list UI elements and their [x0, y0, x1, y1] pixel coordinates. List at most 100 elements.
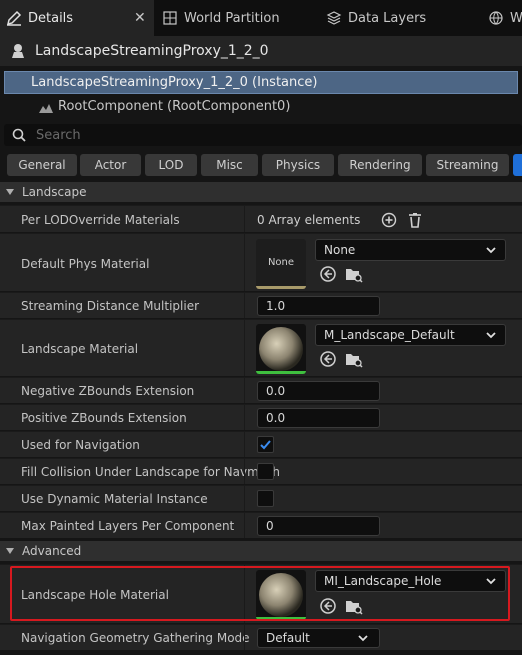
column-divider: [244, 206, 245, 232]
trash-icon[interactable]: [407, 212, 423, 228]
property-label: Navigation Geometry Gathering Mode: [21, 631, 250, 645]
property-negative-zbounds: Negative ZBounds Extension 0.0: [0, 377, 522, 403]
category-physics[interactable]: Physics: [262, 154, 334, 176]
section-title: Advanced: [22, 544, 82, 558]
column-divider: [244, 234, 245, 291]
asset-thumbnail[interactable]: None: [256, 239, 306, 289]
property-label: Used for Navigation: [21, 438, 140, 452]
category-filters: General Actor LOD Misc Physics Rendering…: [0, 154, 522, 178]
globe-icon: [489, 11, 503, 25]
property-label: Landscape Hole Material: [21, 588, 169, 602]
property-label: Per LODOverride Materials: [21, 213, 180, 227]
use-selected-icon[interactable]: [319, 597, 337, 615]
material-sphere-icon: [256, 573, 306, 620]
actor-name: LandscapeStreamingProxy_1_2_0: [35, 43, 269, 59]
column-divider: [244, 486, 245, 511]
property-label: Positive ZBounds Extension: [21, 411, 187, 425]
column-divider: [244, 405, 245, 430]
combo-value: M_Landscape_Default: [324, 328, 455, 342]
chevron-down-icon: [486, 247, 496, 254]
column-divider: [244, 432, 245, 457]
tab-data-layers[interactable]: Data Layers: [326, 0, 476, 36]
tree-item-label: LandscapeStreamingProxy_1_2_0 (Instance): [31, 75, 318, 90]
browse-asset-icon[interactable]: [345, 350, 363, 368]
column-divider: [244, 320, 245, 376]
property-label: Landscape Material: [21, 342, 139, 356]
property-label: Fill Collision Under Landscape for Navme…: [21, 465, 281, 479]
material-thumbnail[interactable]: [256, 570, 306, 620]
used-for-navigation-checkbox[interactable]: [257, 436, 274, 453]
browse-asset-icon[interactable]: [345, 265, 363, 283]
expand-arrow-icon: [6, 548, 14, 554]
combo-value: None: [324, 243, 356, 257]
tree-item-label: RootComponent (RootComponent0): [58, 99, 291, 114]
property-max-painted-layers: Max Painted Layers Per Component 0: [0, 512, 522, 538]
property-fill-collision: Fill Collision Under Landscape for Navme…: [0, 458, 522, 484]
array-count: 0 Array elements: [257, 213, 361, 227]
category-streaming[interactable]: Streaming: [426, 154, 509, 176]
tab-label: Data Layers: [348, 10, 427, 26]
nav-gathering-dropdown[interactable]: Default: [257, 628, 380, 648]
property-dynamic-material: Use Dynamic Material Instance: [0, 485, 522, 511]
tab-world[interactable]: W: [488, 0, 522, 36]
section-title: Landscape: [22, 185, 87, 199]
section-landscape[interactable]: Landscape: [0, 182, 522, 202]
category-misc[interactable]: Misc: [201, 154, 258, 176]
search-icon: [12, 128, 26, 142]
phys-material-combo[interactable]: None: [315, 239, 506, 261]
tab-label: Details: [28, 10, 74, 26]
search-input[interactable]: Search: [4, 124, 522, 146]
property-label: Negative ZBounds Extension: [21, 384, 195, 398]
material-thumbnail[interactable]: [256, 324, 306, 374]
positive-zbounds-input[interactable]: 0.0: [257, 408, 380, 428]
dropdown-value: Default: [266, 631, 310, 645]
property-landscape-hole-material: Landscape Hole Material MI_Landscape_Hol…: [0, 564, 522, 623]
tab-world-partition[interactable]: World Partition: [162, 0, 312, 36]
tree-item-instance[interactable]: LandscapeStreamingProxy_1_2_0 (Instance): [4, 71, 518, 94]
close-tab-icon[interactable]: ✕: [134, 10, 146, 26]
dynamic-material-checkbox[interactable]: [257, 490, 274, 507]
component-tree: LandscapeStreamingProxy_1_2_0 (Instance)…: [4, 70, 518, 120]
tab-bar: Details ✕ World Partition Data Layers W: [0, 0, 522, 36]
column-divider: [244, 625, 245, 650]
pencil-icon: [6, 10, 22, 26]
category-selected-indicator[interactable]: [513, 154, 522, 176]
column-divider: [244, 459, 245, 484]
property-label: Default Phys Material: [21, 257, 150, 271]
category-general[interactable]: General: [7, 154, 77, 176]
combo-value: MI_Landscape_Hole: [324, 574, 442, 588]
use-selected-icon[interactable]: [319, 265, 337, 283]
column-divider: [244, 565, 245, 623]
property-default-phys-material: Default Phys Material None None: [0, 233, 522, 291]
tab-label: W: [510, 10, 522, 26]
search-placeholder: Search: [36, 127, 81, 143]
chevron-down-icon: [486, 332, 496, 339]
landscape-component-icon: [39, 103, 53, 113]
category-lod[interactable]: LOD: [145, 154, 197, 176]
property-nav-gathering-mode: Navigation Geometry Gathering Mode Defau…: [0, 624, 522, 650]
property-label: Use Dynamic Material Instance: [21, 492, 208, 506]
streaming-distance-input[interactable]: 1.0: [257, 296, 380, 316]
browse-asset-icon[interactable]: [345, 597, 363, 615]
add-element-icon[interactable]: [381, 212, 397, 228]
hole-material-combo[interactable]: MI_Landscape_Hole: [315, 570, 506, 592]
column-divider: [244, 293, 245, 318]
negative-zbounds-input[interactable]: 0.0: [257, 381, 380, 401]
tree-item-root-component[interactable]: RootComponent (RootComponent0): [4, 95, 518, 118]
grid-icon: [163, 11, 177, 25]
layers-icon: [326, 11, 342, 25]
use-selected-icon[interactable]: [319, 350, 337, 368]
checkmark-icon: [260, 440, 271, 450]
property-landscape-material: Landscape Material M_Landscape_Default: [0, 319, 522, 376]
fill-collision-checkbox[interactable]: [257, 463, 274, 480]
category-actor[interactable]: Actor: [80, 154, 141, 176]
tab-details[interactable]: Details: [0, 0, 154, 36]
column-divider: [244, 513, 245, 538]
chevron-down-icon: [486, 578, 496, 585]
actor-icon: [12, 44, 24, 58]
max-painted-layers-input[interactable]: 0: [257, 516, 380, 536]
section-advanced[interactable]: Advanced: [0, 541, 522, 561]
category-rendering[interactable]: Rendering: [338, 154, 422, 176]
landscape-material-combo[interactable]: M_Landscape_Default: [315, 324, 506, 346]
actor-header: LandscapeStreamingProxy_1_2_0: [0, 36, 522, 66]
